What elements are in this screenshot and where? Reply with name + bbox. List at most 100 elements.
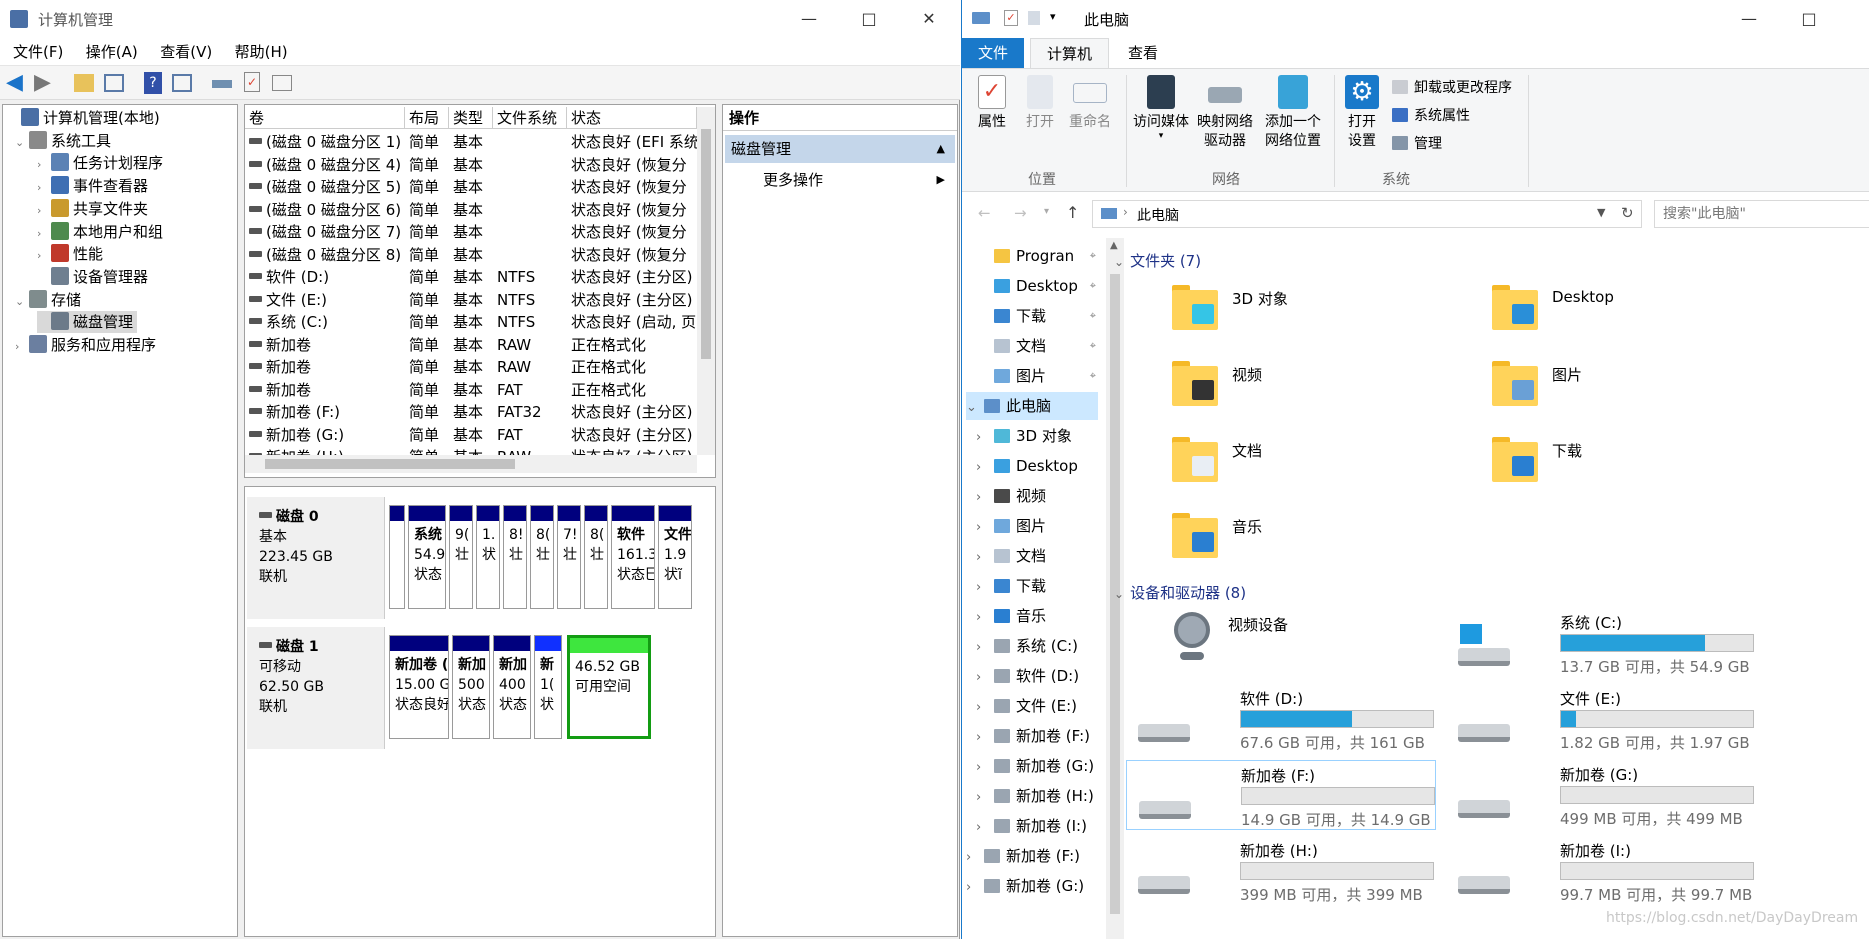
- table-row[interactable]: (磁盘 0 磁盘分区 4) 简单 基本 状态良好 (恢复分: [245, 154, 715, 177]
- partition-block[interactable]: 8(壮: [530, 505, 554, 609]
- open-settings-button[interactable]: ⚙ 打开 设置: [1338, 75, 1386, 151]
- manage-button[interactable]: 管理: [1392, 133, 1442, 155]
- nav-expander-icon[interactable]: ›: [976, 784, 994, 812]
- ex-titlebar[interactable]: ✓ ▾ 此电脑 — □: [962, 0, 1869, 36]
- properties-button[interactable]: ✓ 属性: [972, 75, 1012, 132]
- quick-properties-icon[interactable]: ✓: [1004, 10, 1018, 26]
- up-folder-icon[interactable]: [74, 74, 94, 92]
- nav-expander-icon[interactable]: ›: [976, 634, 994, 662]
- tree-item[interactable]: ⌄ 存储: [15, 289, 81, 311]
- tree-expander-icon[interactable]: ⌄: [15, 132, 29, 154]
- search-input[interactable]: 搜索"此电脑": [1654, 200, 1869, 228]
- nav-expander-icon[interactable]: ›: [966, 844, 984, 872]
- show-hide-tree-icon[interactable]: [104, 74, 124, 92]
- table-row[interactable]: 新加卷 简单 基本 RAW 正在格式化: [245, 356, 715, 379]
- map-network-drive-button[interactable]: 映射网络 驱动器: [1192, 75, 1258, 151]
- access-media-button[interactable]: 访问媒体 ▾: [1128, 75, 1194, 141]
- cm-titlebar[interactable]: 计算机管理 — □ ✕: [0, 0, 960, 38]
- partition-block[interactable]: 1. 状: [476, 505, 500, 609]
- nav-item[interactable]: › 软件 (D:): [976, 662, 1098, 690]
- tree-item[interactable]: › 本地用户和组: [37, 221, 163, 243]
- table-row[interactable]: 文件 (E:) 简单 基本 NTFS 状态良好 (主分区): [245, 289, 715, 312]
- nav-item[interactable]: › 新加卷 (H:): [976, 782, 1098, 810]
- nav-item[interactable]: 下载 ⌖: [976, 302, 1098, 330]
- section-header[interactable]: ⌄ 文件夹 (7): [1114, 250, 1864, 272]
- nav-item[interactable]: › 新加卷 (F:): [976, 722, 1098, 750]
- nav-item[interactable]: › 新加卷 (G:): [976, 752, 1098, 780]
- section-header[interactable]: ⌄ 设备和驱动器 (8): [1114, 582, 1864, 604]
- nav-expander-icon[interactable]: ›: [976, 724, 994, 752]
- col-filesystem[interactable]: 文件系统: [493, 107, 567, 129]
- tree-item[interactable]: › 事件查看器: [37, 175, 148, 197]
- nav-expander-icon[interactable]: ›: [976, 754, 994, 782]
- address-dropdown-icon[interactable]: ▼: [1597, 206, 1605, 219]
- cm-minimize-button[interactable]: —: [786, 0, 832, 38]
- nav-item[interactable]: 文档 ⌖: [976, 332, 1098, 360]
- folder-item[interactable]: 音乐: [1172, 510, 1472, 566]
- list-view-icon[interactable]: [272, 75, 292, 91]
- scroll-thumb[interactable]: [701, 129, 711, 359]
- partition-block[interactable]: 文件 1.9 状ĩ: [658, 505, 692, 609]
- table-row[interactable]: (磁盘 0 磁盘分区 8) 简单 基本 状态良好 (恢复分: [245, 244, 715, 267]
- disk1-label[interactable]: 磁盘 1 可移动 62.50 GB 联机: [247, 627, 385, 749]
- actions-section-disk-mgmt[interactable]: 磁盘管理 ▲: [725, 135, 955, 163]
- more-actions-item[interactable]: 更多操作 ▶: [725, 167, 955, 193]
- ex-maximize-button[interactable]: □: [1786, 0, 1832, 38]
- menu-help[interactable]: 帮助(H): [226, 38, 297, 66]
- nav-up-icon[interactable]: ↑: [1066, 203, 1079, 222]
- open-button[interactable]: 打开: [1020, 75, 1060, 132]
- tab-computer[interactable]: 计算机: [1030, 38, 1110, 68]
- tab-file[interactable]: 文件: [962, 38, 1025, 68]
- table-row[interactable]: 新加卷 (F:) 简单 基本 FAT32 状态良好 (主分区): [245, 401, 715, 424]
- nav-item[interactable]: › 新加卷 (I:): [976, 812, 1098, 840]
- partition-block[interactable]: 46.52 GB 可用空间: [567, 635, 651, 739]
- vertical-scrollbar[interactable]: [697, 107, 715, 455]
- tree-expander-icon[interactable]: ›: [15, 336, 29, 358]
- partition-block[interactable]: 新加 500 状态: [452, 635, 490, 739]
- nav-expander-icon[interactable]: ›: [976, 694, 994, 722]
- cm-maximize-button[interactable]: □: [846, 0, 892, 38]
- tree-item[interactable]: 设备管理器: [37, 266, 148, 288]
- checklist-icon[interactable]: ✓: [244, 72, 260, 92]
- drive-item[interactable]: 软件 (D:) 67.6 GB 可用，共 161 GB: [1126, 684, 1436, 754]
- nav-item[interactable]: › 音乐: [976, 602, 1098, 630]
- properties-panel-icon[interactable]: [172, 74, 192, 92]
- address-bar[interactable]: › 此电脑 ▼ ↻: [1092, 200, 1642, 228]
- tree-item[interactable]: › 性能: [37, 243, 103, 265]
- nav-expander-icon[interactable]: ›: [976, 514, 994, 542]
- nav-item[interactable]: › 文档: [976, 542, 1098, 570]
- forward-arrow-icon[interactable]: ▶: [34, 72, 56, 94]
- drive-item[interactable]: 新加卷 (H:) 399 MB 可用，共 399 MB: [1126, 836, 1436, 906]
- disk0-label[interactable]: 磁盘 0 基本 223.45 GB 联机: [247, 497, 385, 619]
- partition-block[interactable]: 新加 400 状态: [493, 635, 531, 739]
- drive-item[interactable]: 新加卷 (G:) 499 MB 可用，共 499 MB: [1446, 760, 1756, 830]
- nav-item[interactable]: › 系统 (C:): [976, 632, 1098, 660]
- partition-block[interactable]: 软件 161.3 状态巳: [611, 505, 655, 609]
- partition-block[interactable]: 7! 壮: [557, 505, 581, 609]
- nav-forward-icon[interactable]: →: [1014, 204, 1027, 222]
- nav-item[interactable]: Progran ⌖: [976, 242, 1098, 270]
- drive-item[interactable]: 文件 (E:) 1.82 GB 可用，共 1.97 GB: [1446, 684, 1756, 754]
- nav-item[interactable]: › 新加卷 (G:): [966, 872, 1098, 900]
- folder-item[interactable]: 3D 对象: [1172, 282, 1472, 338]
- menu-file[interactable]: 文件(F): [4, 38, 72, 66]
- tree-expander-icon[interactable]: ›: [37, 245, 51, 267]
- table-row[interactable]: 新加卷 (G:) 简单 基本 FAT 状态良好 (主分区): [245, 424, 715, 447]
- folder-item[interactable]: Desktop: [1492, 282, 1792, 338]
- nav-item[interactable]: ⌄ 此电脑: [966, 392, 1098, 420]
- tree-item[interactable]: 磁盘管理: [37, 311, 138, 334]
- horizontal-scrollbar[interactable]: [245, 455, 697, 473]
- ex-minimize-button[interactable]: —: [1726, 0, 1772, 38]
- nav-expander-icon[interactable]: ⌄: [966, 394, 984, 422]
- folder-item[interactable]: 视频: [1172, 358, 1472, 414]
- drive-item[interactable]: 系统 (C:) 13.7 GB 可用，共 54.9 GB: [1446, 608, 1756, 678]
- uninstall-programs-button[interactable]: 卸载或更改程序: [1392, 77, 1512, 99]
- nav-back-icon[interactable]: ←: [978, 204, 991, 222]
- nav-recent-dropdown-icon[interactable]: ▾: [1044, 206, 1049, 217]
- folder-item[interactable]: 文档: [1172, 434, 1472, 490]
- table-row[interactable]: (磁盘 0 磁盘分区 7) 简单 基本 状态良好 (恢复分: [245, 221, 715, 244]
- nav-item[interactable]: › 图片: [976, 512, 1098, 540]
- refresh-icon[interactable]: ↻: [1621, 204, 1634, 222]
- nav-expander-icon[interactable]: ›: [976, 814, 994, 842]
- partition-block[interactable]: [389, 505, 405, 609]
